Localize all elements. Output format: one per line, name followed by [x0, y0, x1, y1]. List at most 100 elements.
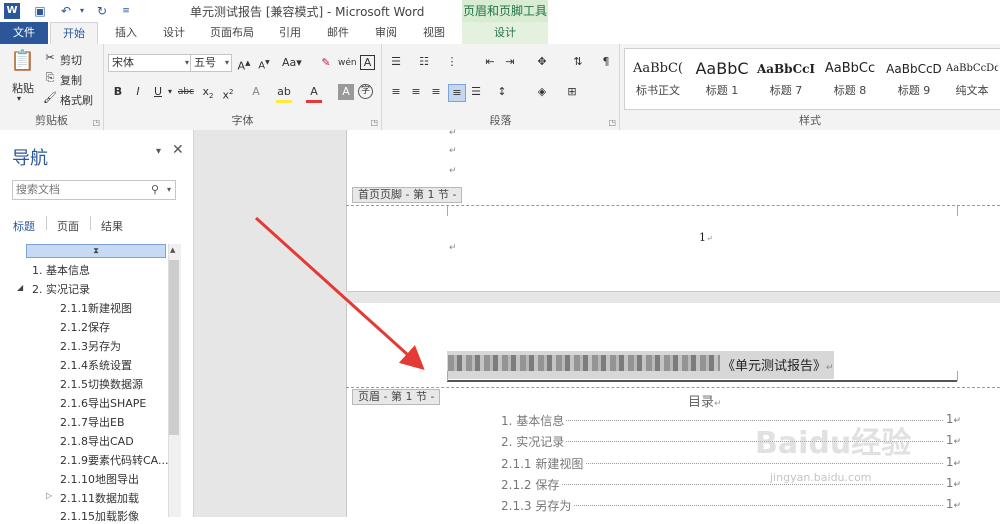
copy-button[interactable]: 复制 — [60, 72, 82, 88]
tree-item[interactable]: 1. 基本信息 — [32, 262, 90, 278]
decrease-indent-icon[interactable]: ⇤ — [482, 54, 498, 70]
tab-mailings[interactable]: 邮件 — [318, 22, 358, 44]
format-painter-icon[interactable]: 🖌 — [42, 90, 58, 106]
tree-item[interactable]: 2.1.10地图导出 — [60, 471, 139, 487]
title-bar: W ▣ ↶ ▾ ↻ ≡ 单元测试报告 [兼容模式] - Microsoft Wo… — [0, 0, 1000, 22]
format-painter-button[interactable]: 格式刷 — [60, 92, 93, 108]
nav-tab-pages[interactable]: 页面 — [57, 218, 79, 234]
save-icon[interactable]: ▣ — [32, 3, 48, 19]
clear-formatting-icon[interactable]: ✎ — [318, 55, 334, 71]
style-item[interactable]: AaBbCcD 标题 9 — [882, 56, 946, 108]
tab-header-footer-design[interactable]: 设计 — [462, 22, 548, 44]
tree-item[interactable]: 2.1.1新建视图 — [60, 300, 132, 316]
header-text[interactable]: 《单元测试报告》↵ — [722, 355, 834, 374]
align-right-icon[interactable]: ≡ — [428, 84, 444, 100]
grow-font-icon[interactable]: A▲ — [236, 55, 252, 73]
strikethrough-icon[interactable]: abc — [176, 84, 196, 100]
subscript-icon[interactable]: x2 — [200, 84, 216, 100]
paste-dropdown-icon[interactable]: ▾ — [17, 94, 21, 103]
search-icon[interactable]: ⚲ — [151, 181, 159, 199]
tab-view[interactable]: 视图 — [414, 22, 454, 44]
expand-icon[interactable]: ▷ — [46, 491, 52, 500]
tree-item[interactable]: 2.1.5切换数据源 — [60, 376, 143, 392]
bullets-icon[interactable]: ☰ — [388, 54, 404, 70]
pane-options-icon[interactable]: ▾ — [156, 146, 161, 157]
search-options-icon[interactable]: ▾ — [167, 181, 171, 199]
redo-icon[interactable]: ↻ — [94, 3, 110, 19]
tab-page-layout[interactable]: 页面布局 — [202, 22, 262, 44]
tab-home[interactable]: 开始 — [50, 22, 98, 45]
phonetic-guide-icon[interactable]: wén — [338, 55, 357, 71]
font-launcher-icon[interactable]: ◳ — [370, 118, 378, 127]
crop-mark — [957, 371, 968, 381]
paste-button[interactable]: 粘贴 — [12, 80, 34, 96]
page-number-value: 1 — [699, 231, 706, 244]
close-icon[interactable]: ✕ — [172, 142, 184, 158]
style-item[interactable]: AaBbC 标题 1 — [690, 56, 754, 108]
asian-layout-icon[interactable]: ✥ — [534, 54, 550, 70]
word-app-icon[interactable]: W — [4, 3, 20, 19]
tree-item[interactable]: 2.1.8导出CAD — [60, 433, 134, 449]
tree-item[interactable]: 2.1.9要素代码转CA... — [60, 452, 169, 468]
tab-references[interactable]: 引用 — [270, 22, 310, 44]
tab-review[interactable]: 审阅 — [366, 22, 406, 44]
scroll-up-icon[interactable]: ▲ — [170, 246, 175, 254]
paragraph-launcher-icon[interactable]: ◳ — [608, 118, 616, 127]
font-color-icon[interactable]: A — [306, 84, 322, 103]
superscript-icon[interactable]: x2 — [220, 84, 236, 102]
character-shading-icon[interactable]: A — [338, 84, 354, 100]
tree-item[interactable]: 2.1.4系统设置 — [60, 357, 132, 373]
undo-dropdown-icon[interactable]: ▾ — [74, 3, 90, 19]
tree-item[interactable]: 2.1.11数据加载 — [60, 490, 139, 506]
collapse-icon[interactable]: ◢ — [17, 283, 23, 292]
customize-icon[interactable]: ≡ — [118, 3, 134, 19]
style-item[interactable]: AaBbCcI 标题 7 — [754, 56, 818, 108]
font-size-combo[interactable]: 五号 ▾ — [190, 54, 232, 72]
highlight-icon[interactable]: ab — [276, 84, 292, 103]
nav-tab-results[interactable]: 结果 — [101, 218, 123, 234]
tree-item[interactable]: 2.1.6导出SHAPE — [60, 395, 146, 411]
tree-top-marker[interactable]: ⧗ — [26, 244, 166, 258]
copy-icon[interactable]: ⎘ — [42, 70, 58, 86]
shrink-font-icon[interactable]: A▼ — [256, 55, 272, 71]
tree-item[interactable]: 2.1.3另存为 — [60, 338, 121, 354]
nav-tab-headings[interactable]: 标题 — [13, 218, 35, 234]
character-border-icon[interactable]: A — [360, 55, 375, 70]
search-input[interactable]: 搜索文档 ⚲ ▾ — [12, 180, 176, 200]
justify-icon[interactable]: ≡ — [448, 84, 466, 102]
tab-insert[interactable]: 插入 — [106, 22, 146, 44]
line-spacing-icon[interactable]: ↕ — [494, 84, 510, 100]
cut-button[interactable]: 剪切 — [60, 52, 82, 68]
tab-design[interactable]: 设计 — [154, 22, 194, 44]
italic-icon[interactable]: I — [130, 84, 146, 100]
tab-file[interactable]: 文件 — [0, 22, 48, 44]
change-case-button[interactable]: Aa▾ — [282, 56, 302, 69]
style-item[interactable]: AaBbCcDd 纯文本 — [946, 56, 998, 108]
style-item[interactable]: AaBbC( 标书正文 — [626, 56, 690, 108]
paste-icon[interactable]: 📋 — [10, 50, 35, 78]
tree-item[interactable]: 2. 实况记录 — [32, 281, 90, 297]
distributed-icon[interactable]: ☰ — [468, 84, 484, 100]
sort-icon[interactable]: ⇅ — [570, 54, 586, 70]
multilevel-list-icon[interactable]: ⋮ — [444, 54, 460, 70]
text-effects-icon[interactable]: A — [248, 84, 264, 100]
tree-item[interactable]: 2.1.15加载影像 — [60, 508, 139, 524]
enclose-characters-icon[interactable]: 字 — [358, 84, 373, 99]
align-center-icon[interactable]: ≡ — [408, 84, 424, 100]
borders-icon[interactable]: ⊞ — [564, 84, 580, 100]
tree-item[interactable]: 2.1.7导出EB — [60, 414, 125, 430]
increase-indent-icon[interactable]: ⇥ — [502, 54, 518, 70]
tree-scroll-thumb[interactable] — [169, 260, 179, 435]
font-name-combo[interactable]: 宋体 ▾ — [108, 54, 192, 72]
align-left-icon[interactable]: ≡ — [388, 84, 404, 100]
style-item[interactable]: AaBbCc 标题 8 — [818, 56, 882, 108]
undo-icon[interactable]: ↶ — [58, 3, 74, 19]
show-marks-icon[interactable]: ¶ — [598, 54, 614, 70]
numbering-icon[interactable]: ☷ — [416, 54, 432, 70]
clipboard-launcher-icon[interactable]: ◳ — [92, 118, 100, 127]
page-number[interactable]: 1↵ — [699, 231, 713, 244]
bold-icon[interactable]: B — [110, 84, 126, 100]
shading-icon[interactable]: ◈ — [534, 84, 550, 100]
tree-item[interactable]: 2.1.2保存 — [60, 319, 110, 335]
cut-icon[interactable]: ✂ — [42, 50, 58, 66]
